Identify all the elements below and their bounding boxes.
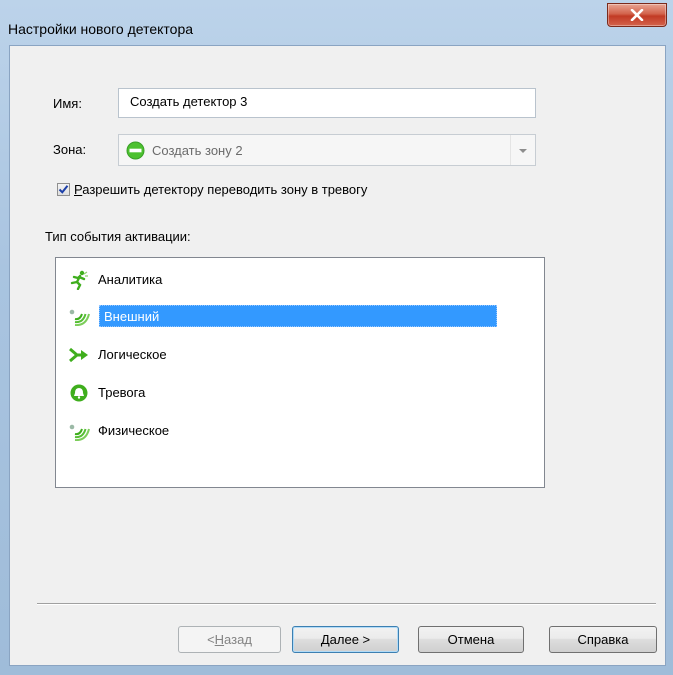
name-field[interactable]: Создать детектор 3 [118, 88, 536, 118]
list-item-alarm[interactable]: Тревога [67, 382, 149, 404]
next-button[interactable]: Далее > [292, 626, 399, 653]
dialog-window: Настройки нового детектора Имя: Создать … [0, 0, 673, 675]
signal-waves-icon [67, 421, 91, 441]
alarm-bell-icon [67, 383, 91, 403]
checkmark-icon [58, 185, 69, 194]
event-type-label: Тип события активации: [45, 229, 191, 244]
zone-select[interactable]: Создать зону 2 [118, 134, 536, 166]
merge-arrow-icon [67, 345, 91, 365]
list-item-label: Логическое [98, 347, 167, 362]
cancel-button[interactable]: Отмена [418, 626, 524, 653]
no-entry-icon [126, 141, 145, 163]
allow-alarm-checkbox[interactable] [57, 183, 70, 196]
back-accel: Н [214, 632, 225, 647]
back-prefix: < [207, 632, 215, 647]
dialog-body: Имя: Создать детектор 3 Зона: Создать зо… [9, 45, 666, 666]
list-item-logical[interactable]: Логическое [67, 344, 171, 366]
footer-divider [37, 603, 656, 605]
allow-alarm-accel: Р [74, 182, 83, 197]
window-title: Настройки нового детектора [8, 21, 194, 37]
list-item-label: Аналитика [98, 272, 163, 287]
zone-label: Зона: [53, 142, 87, 157]
list-item-physical[interactable]: Физическое [67, 420, 173, 442]
next-accel: Д [320, 632, 330, 647]
list-item-external[interactable]: Внешний [67, 305, 497, 327]
close-button[interactable] [607, 3, 667, 27]
title-bar[interactable]: Настройки нового детектора [0, 0, 673, 44]
allow-alarm-text: азрешить детектору переводить зону в тре… [82, 182, 368, 197]
name-label: Имя: [53, 96, 82, 111]
zone-select-value: Создать зону 2 [152, 143, 243, 158]
list-item-label: Внешний [99, 305, 497, 327]
allow-alarm-label[interactable]: Разрешить детектору переводить зону в тр… [74, 182, 367, 197]
back-button[interactable]: < Назад [178, 626, 281, 653]
next-text: алее > [329, 632, 371, 647]
help-button[interactable]: Справка [549, 626, 657, 653]
chevron-down-icon[interactable] [510, 135, 535, 165]
list-item-label: Физическое [98, 423, 170, 438]
back-text: азад [224, 632, 252, 647]
list-item-analytics[interactable]: Аналитика [67, 269, 166, 291]
running-man-icon [67, 270, 91, 290]
signal-waves-icon [67, 306, 91, 326]
event-type-list[interactable]: Аналитика Внешний Логическое Тревога Физ… [55, 257, 545, 488]
list-item-label: Тревога [98, 385, 146, 400]
close-icon [630, 9, 644, 21]
